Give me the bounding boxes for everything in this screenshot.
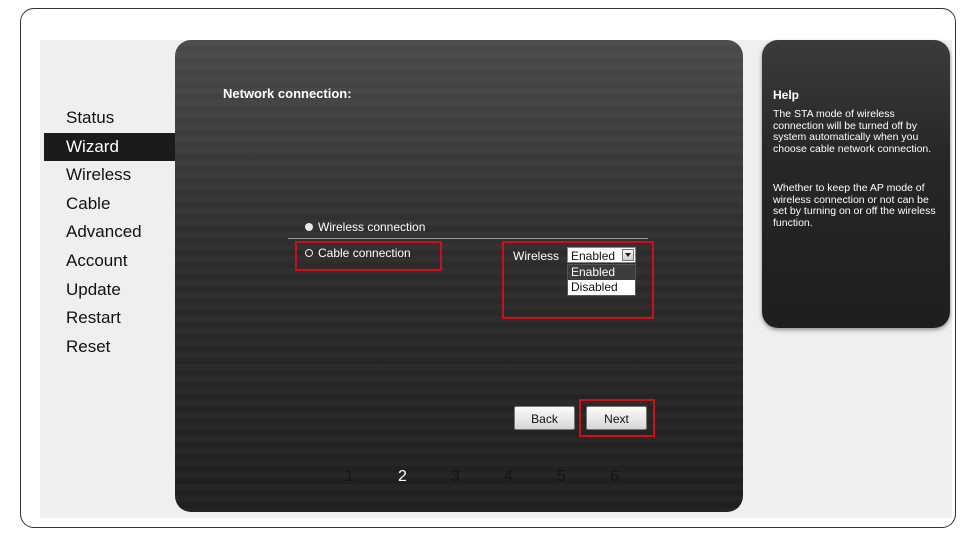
back-button[interactable]: Back [514,406,575,430]
sidebar-item-account[interactable]: Account [44,247,180,276]
divider [288,238,648,239]
wireless-connection-label: Wireless connection [318,220,426,234]
wireless-connection-option[interactable]: Wireless connection [305,220,425,234]
help-title: Help [773,88,800,102]
page-title: Network connection: [223,86,352,101]
sidebar-item-reset[interactable]: Reset [44,333,180,362]
sidebar-nav: Status Wizard Wireless Cable Advanced Ac… [44,104,180,361]
step-5: 5 [557,468,566,485]
next-button-highlight [579,399,655,437]
step-4: 4 [504,468,513,485]
sidebar-item-update[interactable]: Update [44,276,180,305]
step-6: 6 [610,468,619,485]
wizard-panel: Network connection: Wireless connection … [175,40,743,512]
help-panel: Help The STA mode of wireless connection… [762,40,950,328]
help-paragraph-1: The STA mode of wireless connection will… [773,108,932,155]
sidebar-item-status[interactable]: Status [44,104,180,133]
sidebar-item-cable[interactable]: Cable [44,190,180,219]
step-3: 3 [451,468,460,485]
step-1: 1 [345,468,354,485]
step-indicator: 1 2 3 4 5 6 [323,468,641,486]
sidebar-item-restart[interactable]: Restart [44,304,180,333]
sidebar-item-wizard[interactable]: Wizard [44,132,180,162]
help-paragraph-2: Whether to keep the AP mode of wireless … [773,182,936,229]
wireless-select-highlight [502,241,654,319]
sidebar-item-advanced[interactable]: Advanced [44,218,180,247]
step-2: 2 [398,468,407,485]
radio-unselected-icon[interactable] [305,223,313,231]
cable-option-highlight [295,241,442,271]
sidebar-item-wireless[interactable]: Wireless [44,161,180,190]
